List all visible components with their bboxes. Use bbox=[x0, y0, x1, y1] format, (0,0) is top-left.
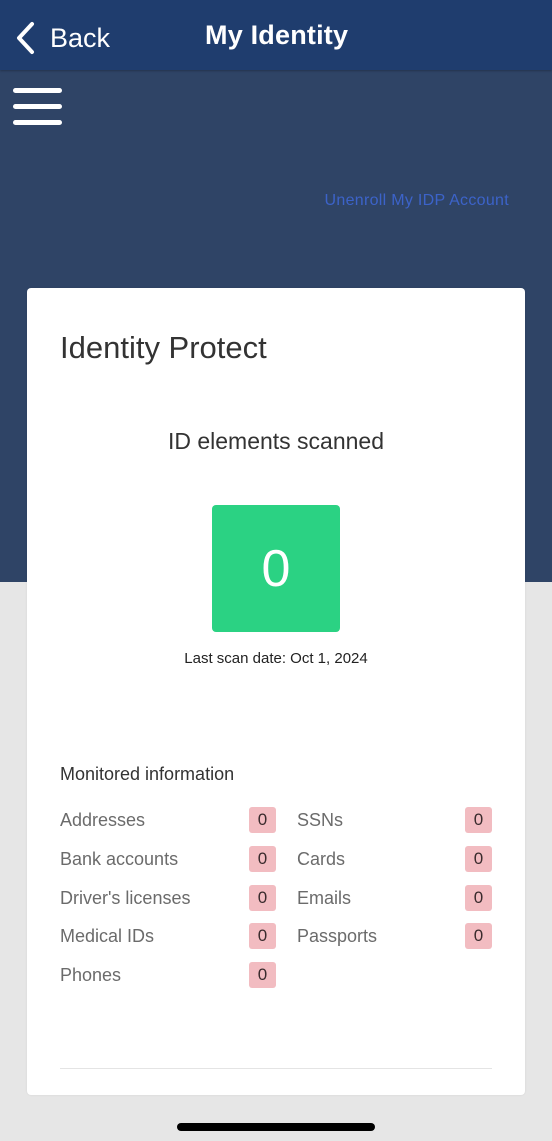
monitored-label: Bank accounts bbox=[60, 848, 179, 869]
section-divider bbox=[60, 1068, 492, 1069]
count-badge: 0 bbox=[249, 962, 276, 988]
monitored-label: Medical IDs bbox=[60, 925, 155, 946]
scanned-count: 0 bbox=[261, 539, 291, 598]
scanned-label: ID elements scanned bbox=[167, 428, 385, 454]
back-label: Back bbox=[50, 22, 111, 53]
monitored-item-drivers-licenses: Driver's licenses 0 bbox=[60, 885, 276, 911]
monitored-label: Cards bbox=[297, 848, 346, 869]
count-badge: 0 bbox=[465, 885, 492, 911]
monitored-label: Addresses bbox=[60, 809, 146, 830]
count-badge: 0 bbox=[465, 923, 492, 949]
monitored-label: Driver's licenses bbox=[60, 887, 191, 908]
page-title: My Identity bbox=[205, 20, 349, 50]
count-badge: 0 bbox=[249, 885, 276, 911]
menu-line bbox=[13, 120, 62, 125]
monitored-item-emails: Emails 0 bbox=[297, 885, 493, 911]
scanned-count-box: 0 bbox=[212, 505, 340, 632]
monitored-item-bank-accounts: Bank accounts 0 bbox=[60, 846, 276, 872]
chevron-left-icon bbox=[17, 22, 34, 54]
card-title: Identity Protect bbox=[60, 330, 267, 365]
menu-line bbox=[13, 104, 62, 109]
monitored-label: Passports bbox=[297, 925, 378, 946]
monitored-label: Emails bbox=[297, 887, 352, 908]
monitored-item-passports: Passports 0 bbox=[297, 923, 493, 949]
monitored-item-addresses: Addresses 0 bbox=[60, 807, 276, 833]
count-badge: 0 bbox=[465, 846, 492, 872]
monitored-item-cards: Cards 0 bbox=[297, 846, 493, 872]
screen: Back My Identity Unenroll My IDP Account… bbox=[0, 0, 552, 1141]
count-badge: 0 bbox=[249, 923, 276, 949]
navigation-bar: Back My Identity bbox=[0, 0, 552, 70]
count-badge: 0 bbox=[249, 846, 276, 872]
home-indicator[interactable] bbox=[177, 1123, 375, 1131]
monitored-item-phones: Phones 0 bbox=[60, 962, 276, 988]
monitored-item-medical-ids: Medical IDs 0 bbox=[60, 923, 276, 949]
monitored-label: SSNs bbox=[297, 809, 344, 830]
last-scan-date: Last scan date: Oct 1, 2024 bbox=[184, 650, 368, 667]
hamburger-menu-icon[interactable] bbox=[13, 88, 62, 128]
monitored-item-ssns: SSNs 0 bbox=[297, 807, 493, 833]
menu-line bbox=[13, 88, 62, 93]
count-badge: 0 bbox=[465, 807, 492, 833]
monitored-info-title: Monitored information bbox=[60, 764, 235, 784]
identity-protect-card: Identity Protect ID elements scanned 0 L… bbox=[27, 288, 525, 1095]
count-badge: 0 bbox=[249, 807, 276, 833]
back-button[interactable]: Back bbox=[14, 18, 110, 58]
unenroll-idp-link[interactable]: Unenroll My IDP Account bbox=[325, 192, 509, 210]
monitored-label: Phones bbox=[60, 964, 122, 985]
